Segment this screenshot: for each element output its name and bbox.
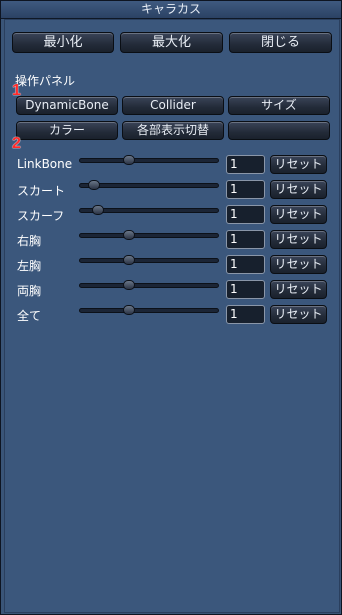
dynamicbone-button[interactable]: DynamicBone xyxy=(16,96,118,115)
blank-button[interactable] xyxy=(228,121,330,140)
minimize-button[interactable]: 最小化 xyxy=(12,32,114,53)
slider-thumb-linkbone[interactable] xyxy=(123,155,135,165)
value-field-both-breasts[interactable]: 1 xyxy=(226,280,265,299)
annotation-marker-1: 1 xyxy=(12,82,21,99)
slider-track-right-breast[interactable] xyxy=(79,230,219,240)
reset-button-scarf[interactable]: リセット xyxy=(270,205,327,224)
size-button[interactable]: サイズ xyxy=(228,96,330,115)
slider-thumb-all[interactable] xyxy=(123,305,135,315)
collider-button[interactable]: Collider xyxy=(122,96,224,115)
value-field-all[interactable]: 1 xyxy=(226,305,265,324)
annotation-marker-2: 2 xyxy=(12,135,21,152)
slider-track-both-breasts[interactable] xyxy=(79,280,219,290)
slider-track-skirt[interactable] xyxy=(79,180,219,190)
slider-track-left-breast[interactable] xyxy=(79,255,219,265)
slider-label-linkbone: LinkBone xyxy=(17,157,73,171)
character-customizer-window: キャラカス 最小化 最大化 閉じる 操作パネル DynamicBone Coll… xyxy=(0,0,342,615)
slider-label-left-breast: 左胸 xyxy=(17,259,42,273)
value-field-left-breast[interactable]: 1 xyxy=(226,255,265,274)
color-button[interactable]: カラー xyxy=(16,121,118,140)
close-button[interactable]: 閉じる xyxy=(229,32,332,53)
reset-button-all[interactable]: リセット xyxy=(270,305,327,324)
reset-button-linkbone[interactable]: リセット xyxy=(270,155,327,174)
reset-button-skirt[interactable]: リセット xyxy=(270,180,327,199)
value-field-skirt[interactable]: 1 xyxy=(226,180,265,199)
slider-label-scarf: スカーフ xyxy=(17,209,65,223)
value-field-right-breast[interactable]: 1 xyxy=(226,230,265,249)
slider-thumb-right-breast[interactable] xyxy=(123,230,135,240)
window-title: キャラカス xyxy=(1,1,341,19)
slider-thumb-both-breasts[interactable] xyxy=(123,280,135,290)
reset-button-right-breast[interactable]: リセット xyxy=(270,230,327,249)
slider-thumb-skirt[interactable] xyxy=(88,180,100,190)
value-field-scarf[interactable]: 1 xyxy=(226,205,265,224)
slider-label-both-breasts: 両胸 xyxy=(17,284,42,298)
slider-thumb-scarf[interactable] xyxy=(92,205,105,215)
slider-track-scarf[interactable] xyxy=(79,205,219,215)
slider-label-right-breast: 右胸 xyxy=(17,234,42,248)
value-field-linkbone[interactable]: 1 xyxy=(226,155,265,174)
slider-label-skirt: スカート xyxy=(17,184,66,198)
slider-label-all: 全て xyxy=(17,309,42,323)
slider-track-linkbone[interactable] xyxy=(79,155,219,165)
slider-track-all[interactable] xyxy=(79,305,219,315)
maximize-button[interactable]: 最大化 xyxy=(120,32,223,53)
slider-thumb-left-breast[interactable] xyxy=(123,255,135,265)
panel-heading: 操作パネル xyxy=(15,74,76,88)
part-visibility-button[interactable]: 各部表示切替 xyxy=(122,121,224,140)
reset-button-both-breasts[interactable]: リセット xyxy=(270,280,327,299)
reset-button-left-breast[interactable]: リセット xyxy=(270,255,327,274)
